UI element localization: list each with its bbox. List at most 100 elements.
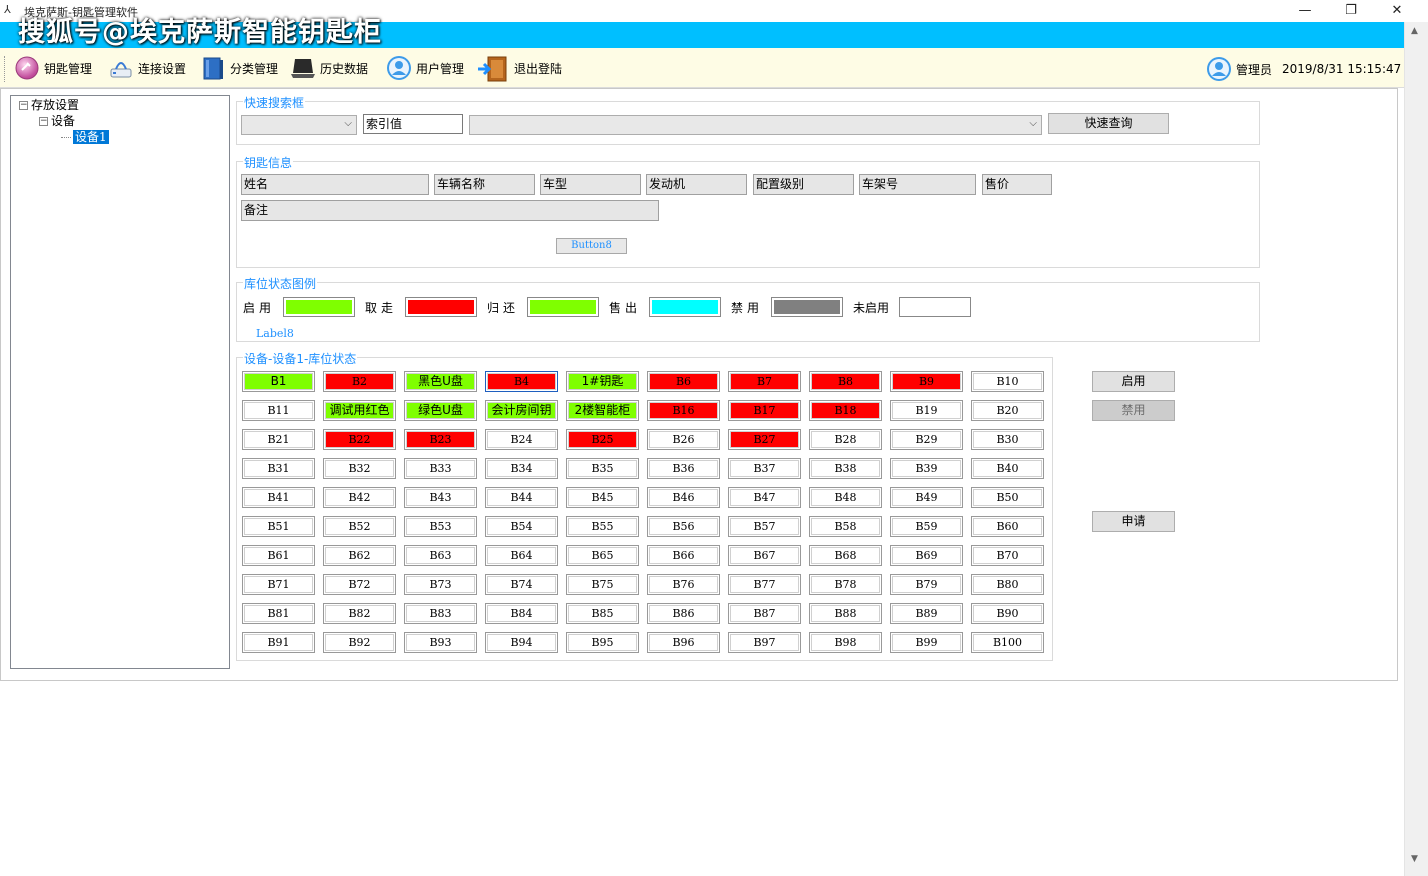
slot-cell[interactable]: B91	[242, 632, 315, 653]
slot-cell[interactable]: B16	[647, 400, 720, 421]
slot-cell[interactable]: 黑色U盘	[404, 371, 477, 392]
slot-cell[interactable]: B68	[809, 545, 882, 566]
slot-cell[interactable]: B74	[485, 574, 558, 595]
engine-field[interactable]: 发动机	[646, 174, 747, 195]
slot-cell[interactable]: B86	[647, 603, 720, 624]
slot-cell[interactable]: B27	[728, 429, 801, 450]
slot-cell[interactable]: B58	[809, 516, 882, 537]
slot-cell[interactable]: B20	[971, 400, 1044, 421]
slot-cell[interactable]: B40	[971, 458, 1044, 479]
scroll-down-icon[interactable]: ▼	[1411, 854, 1418, 864]
tree-node-device[interactable]: − 设备	[39, 113, 75, 129]
slot-cell[interactable]: B49	[890, 487, 963, 508]
slot-cell[interactable]: B22	[323, 429, 396, 450]
slot-cell[interactable]: 会计房间钥	[485, 400, 558, 421]
slot-cell[interactable]: B82	[323, 603, 396, 624]
slot-cell[interactable]: B8	[809, 371, 882, 392]
toolbar-grip[interactable]	[4, 56, 7, 82]
slot-cell[interactable]: B65	[566, 545, 639, 566]
slot-cell[interactable]: B88	[809, 603, 882, 624]
slot-cell[interactable]: B85	[566, 603, 639, 624]
slot-cell[interactable]: B69	[890, 545, 963, 566]
vertical-scrollbar[interactable]: ▲ ▼	[1404, 22, 1428, 876]
close-button[interactable]: ✕	[1374, 0, 1420, 22]
slot-cell[interactable]: B66	[647, 545, 720, 566]
slot-cell[interactable]: B83	[404, 603, 477, 624]
slot-cell[interactable]: B24	[485, 429, 558, 450]
slot-cell[interactable]: B34	[485, 458, 558, 479]
slot-cell[interactable]: B92	[323, 632, 396, 653]
slot-cell[interactable]: B56	[647, 516, 720, 537]
slot-cell[interactable]: B21	[242, 429, 315, 450]
remark-field[interactable]: 备注	[241, 200, 659, 221]
slot-cell[interactable]: B9	[890, 371, 963, 392]
slot-cell[interactable]: B18	[809, 400, 882, 421]
slot-cell[interactable]: B90	[971, 603, 1044, 624]
slot-cell[interactable]: B96	[647, 632, 720, 653]
config-level-field[interactable]: 配置级别	[753, 174, 854, 195]
slot-cell[interactable]: B38	[809, 458, 882, 479]
name-field[interactable]: 姓名	[241, 174, 429, 195]
slot-cell[interactable]: B2	[323, 371, 396, 392]
enable-button[interactable]: 启用	[1092, 371, 1175, 392]
minimize-button[interactable]: —	[1282, 0, 1328, 22]
search-field-select[interactable]: ⌵	[241, 115, 357, 135]
slot-cell[interactable]: B39	[890, 458, 963, 479]
slot-cell[interactable]: B59	[890, 516, 963, 537]
slot-cell[interactable]: B43	[404, 487, 477, 508]
slot-cell[interactable]: B93	[404, 632, 477, 653]
vehicle-model-field[interactable]: 车型	[540, 174, 641, 195]
toolbar-logout[interactable]: 退出登陆	[476, 54, 562, 82]
collapse-icon[interactable]: −	[19, 101, 28, 110]
slot-cell[interactable]: B30	[971, 429, 1044, 450]
slot-cell[interactable]: B33	[404, 458, 477, 479]
tree-node-storage-settings[interactable]: − 存放设置	[19, 97, 79, 113]
slot-cell[interactable]: B4	[485, 371, 558, 392]
toolbar-category-management[interactable]: 分类管理	[200, 54, 278, 82]
slot-cell[interactable]: B55	[566, 516, 639, 537]
slot-cell[interactable]: B75	[566, 574, 639, 595]
slot-cell[interactable]: B46	[647, 487, 720, 508]
slot-cell[interactable]: B11	[242, 400, 315, 421]
slot-cell[interactable]: 调试用红色	[323, 400, 396, 421]
slot-cell[interactable]: B28	[809, 429, 882, 450]
slot-cell[interactable]: B77	[728, 574, 801, 595]
slot-cell[interactable]: B78	[809, 574, 882, 595]
slot-cell[interactable]: B79	[890, 574, 963, 595]
slot-cell[interactable]: B45	[566, 487, 639, 508]
vin-field[interactable]: 车架号	[859, 174, 976, 195]
slot-cell[interactable]: B52	[323, 516, 396, 537]
slot-cell[interactable]: B67	[728, 545, 801, 566]
apply-button[interactable]: 申请	[1092, 511, 1175, 532]
slot-cell[interactable]: B80	[971, 574, 1044, 595]
slot-cell[interactable]: B44	[485, 487, 558, 508]
slot-cell[interactable]: 2楼智能柜	[566, 400, 639, 421]
scroll-up-icon[interactable]: ▲	[1411, 26, 1418, 36]
device-tree[interactable]: − 存放设置 − 设备 设备1	[10, 95, 230, 669]
search-value-select[interactable]: ⌵	[469, 115, 1042, 135]
slot-cell[interactable]: B97	[728, 632, 801, 653]
toolbar-connection-settings[interactable]: 连接设置	[108, 54, 186, 82]
slot-cell[interactable]: B17	[728, 400, 801, 421]
slot-cell[interactable]: B35	[566, 458, 639, 479]
slot-cell[interactable]: B42	[323, 487, 396, 508]
slot-cell[interactable]: B72	[323, 574, 396, 595]
slot-cell[interactable]: B53	[404, 516, 477, 537]
slot-cell[interactable]: B89	[890, 603, 963, 624]
slot-cell[interactable]: B6	[647, 371, 720, 392]
slot-cell[interactable]: B60	[971, 516, 1044, 537]
slot-cell[interactable]: B99	[890, 632, 963, 653]
slot-cell[interactable]: 绿色U盘	[404, 400, 477, 421]
slot-cell[interactable]: B25	[566, 429, 639, 450]
slot-cell[interactable]: B19	[890, 400, 963, 421]
collapse-icon[interactable]: −	[39, 117, 48, 126]
slot-cell[interactable]: B54	[485, 516, 558, 537]
slot-cell[interactable]: B57	[728, 516, 801, 537]
slot-cell[interactable]: B95	[566, 632, 639, 653]
slot-cell[interactable]: B41	[242, 487, 315, 508]
slot-cell[interactable]: B100	[971, 632, 1044, 653]
slot-cell[interactable]: B63	[404, 545, 477, 566]
slot-cell[interactable]: B62	[323, 545, 396, 566]
vehicle-name-field[interactable]: 车辆名称	[434, 174, 535, 195]
slot-cell[interactable]: B7	[728, 371, 801, 392]
